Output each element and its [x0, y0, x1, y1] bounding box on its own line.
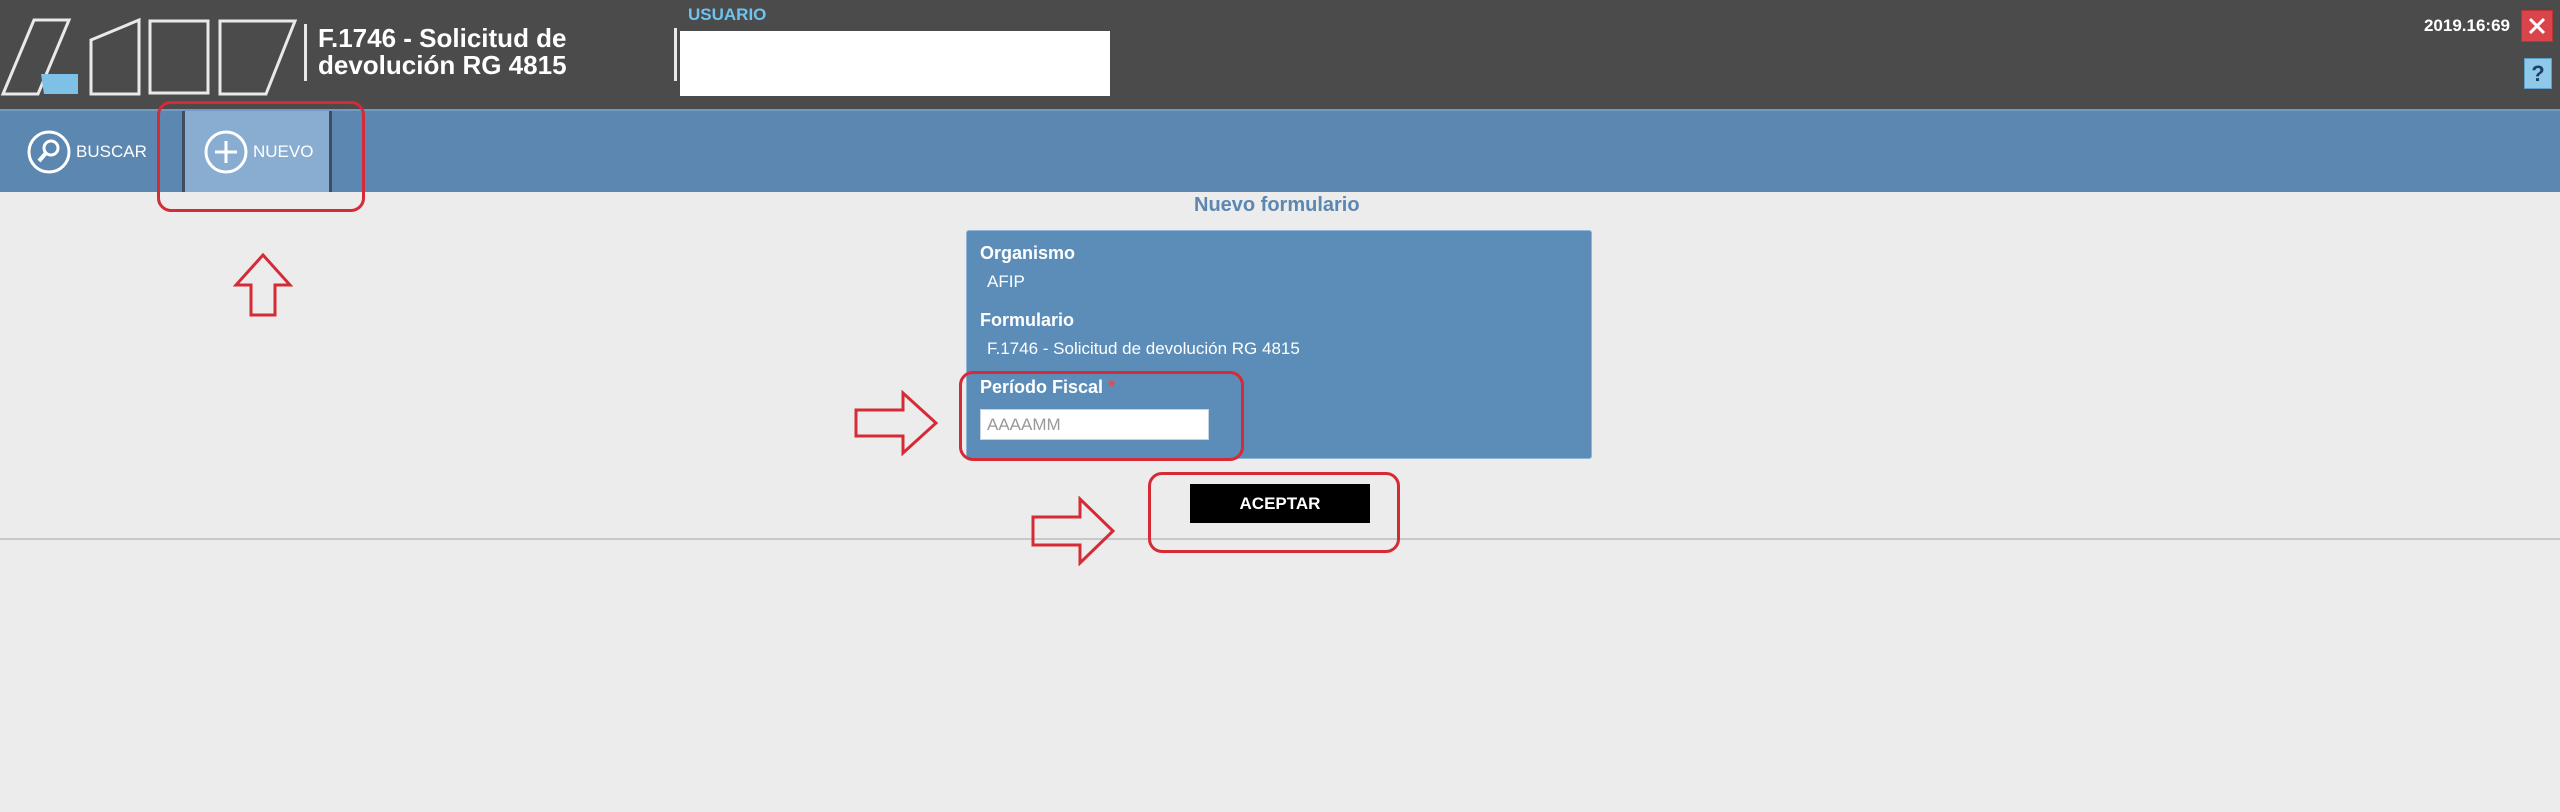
form-title: Nuevo formulario [1194, 194, 1360, 216]
app-title-line-2: devolución RG 4815 [318, 50, 567, 80]
buscar-button[interactable]: BUSCAR [26, 111, 147, 192]
user-label: USUARIO [688, 5, 767, 24]
nuevo-highlight [157, 101, 365, 212]
afip-logo [0, 17, 298, 96]
title-separator [304, 24, 307, 81]
app-title-line-1: F.1746 - Solicitud de [318, 23, 567, 53]
periodo-highlight [959, 371, 1244, 461]
close-icon [2528, 17, 2546, 35]
app-title: F.1746 - Solicitud de devolución RG 4815 [318, 25, 618, 79]
user-separator [674, 28, 677, 81]
help-button[interactable]: ? [2524, 58, 2552, 89]
close-button[interactable] [2521, 10, 2553, 42]
arrow-right-icon [854, 390, 939, 456]
arrow-right-icon [1031, 496, 1116, 566]
toolbar: BUSCAR NUEVO [0, 109, 2560, 192]
organismo-value: AFIP [987, 272, 1025, 291]
app-header: F.1746 - Solicitud de devolución RG 4815… [0, 0, 2560, 109]
search-icon [27, 130, 71, 173]
session-clock: 2019.16:69 [2423, 16, 2510, 35]
user-info-box [680, 31, 1110, 96]
organismo-label: Organismo [980, 243, 1076, 263]
formulario-value: F.1746 - Solicitud de devolución RG 4815 [987, 339, 1300, 358]
formulario-label: Formulario [980, 310, 1075, 330]
buscar-label: BUSCAR [76, 141, 147, 161]
accept-highlight [1148, 472, 1400, 553]
arrow-up-icon [233, 252, 293, 317]
